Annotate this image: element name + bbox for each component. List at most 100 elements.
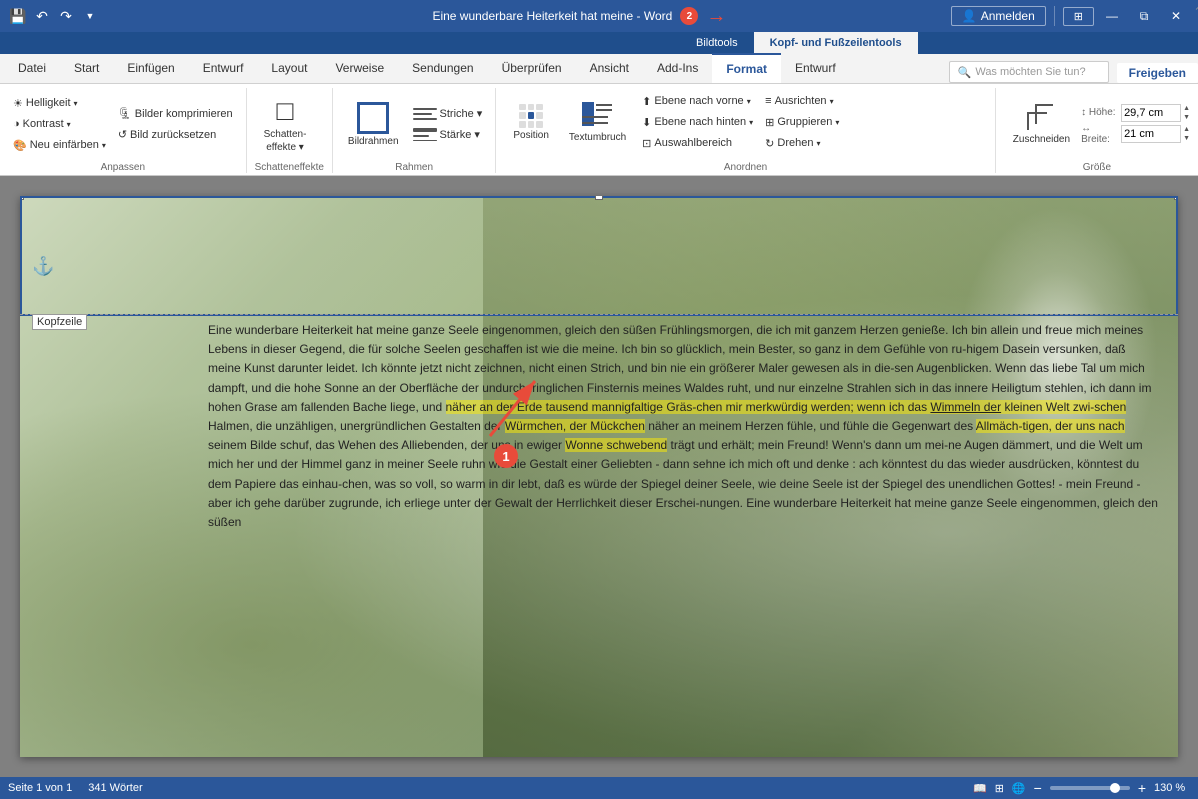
height-down-icon[interactable]: ▼ [1183, 113, 1190, 122]
redo-icon[interactable]: ↷ [56, 6, 76, 26]
title-center: Eine wunderbare Heiterkeit hat meine - W… [208, 5, 951, 28]
quick-access-toolbar: 💾 ↶ ↷ ▼ [8, 6, 208, 26]
schatteneffekte-button[interactable]: □ Schatten- effekte ▾ [255, 90, 316, 158]
ebene-vorne-icon: ⬆ [642, 95, 651, 108]
bilder-komprimieren-button[interactable]: 🗜 Bilder komprimieren [113, 104, 238, 124]
rahmen-label: Rahmen [341, 160, 487, 173]
context-tab-bildtools[interactable]: Bildtools [680, 32, 754, 54]
width-spinner[interactable]: ▲ ▼ [1183, 125, 1190, 143]
arrow-annotation: → [706, 5, 726, 28]
gruppieren-icon: ⊞ [765, 116, 774, 129]
title-bar: 💾 ↶ ↷ ▼ Eine wunderbare Heiterkeit hat m… [0, 0, 1198, 32]
tab-einfuegen[interactable]: Einfügen [113, 53, 188, 83]
zoom-out-icon[interactable]: − [1034, 780, 1042, 796]
width-down-icon[interactable]: ▼ [1183, 134, 1190, 143]
width-up-icon[interactable]: ▲ [1183, 125, 1190, 134]
helligkeit-dropdown-icon: ▾ [74, 99, 78, 108]
position-button[interactable]: Position [504, 88, 558, 156]
height-label: Höhe: [1089, 107, 1116, 118]
neu-einfaerben-dropdown-icon: ▾ [102, 141, 106, 150]
height-input[interactable]: 29,7 cm [1121, 104, 1181, 122]
tab-datei[interactable]: Datei [4, 53, 60, 83]
height-icon: ↕ [1081, 107, 1086, 118]
ribbon: ☀ Helligkeit ▾ ◑ Kontrast ▾ 🎨 Neu einfär… [0, 84, 1198, 176]
save-icon[interactable]: 💾 [8, 6, 28, 26]
neu-einfaerben-icon: 🎨 [13, 139, 27, 152]
search-box[interactable]: 🔍 Was möchten Sie tun? [949, 61, 1109, 83]
ausrichten-button[interactable]: ≡ Ausrichten ▾ [760, 91, 844, 111]
bild-zuruecksetzen-button[interactable]: ↺ Bild zurücksetzen [113, 125, 238, 145]
corner-handle-tr[interactable] [1174, 196, 1178, 200]
width-input[interactable]: 21 cm [1121, 125, 1181, 143]
context-tab-kopf-fuss[interactable]: Kopf- und Fußzeilentools [754, 32, 918, 54]
tab-start[interactable]: Start [60, 53, 113, 83]
tab-layout[interactable]: Layout [257, 53, 321, 83]
textumbruch-button[interactable]: Textumbruch [560, 88, 635, 156]
highlight-wonne: Wonne schwebend [565, 438, 667, 452]
minimize-button[interactable]: — [1098, 2, 1126, 30]
top-resize-handle[interactable] [595, 196, 603, 200]
tab-entwurf[interactable]: Entwurf [189, 53, 258, 83]
document-text: Eine wunderbare Heiterkeit hat meine gan… [208, 321, 1158, 532]
tab-format[interactable]: Format [712, 53, 781, 83]
position-icon [519, 104, 543, 128]
gruppieren-button[interactable]: ⊞ Gruppieren ▾ [760, 112, 844, 132]
red-arrow-annotation [440, 366, 560, 446]
zoom-thumb[interactable] [1110, 783, 1120, 793]
zuschneiden-button[interactable]: Zuschneiden [1004, 90, 1079, 158]
staerke-icon [413, 125, 437, 145]
helligkeit-button[interactable]: ☀ Helligkeit ▾ [8, 93, 111, 113]
height-row: ↕ Höhe: 29,7 cm ▲ ▼ [1081, 104, 1190, 122]
sign-in-button[interactable]: 👤 Anmelden [951, 6, 1046, 26]
drehen-icon: ↻ [765, 137, 774, 150]
schatteneffekte-label: Schatteneffekte [255, 160, 324, 173]
tab-entwurf2[interactable]: Entwurf [781, 53, 850, 83]
height-spinner[interactable]: ▲ ▼ [1183, 104, 1190, 122]
auswahlbereich-icon: ⊡ [642, 137, 651, 150]
zoom-in-icon[interactable]: + [1138, 780, 1146, 796]
tab-add-ins[interactable]: Add-Ins [643, 53, 712, 83]
kontrast-button[interactable]: ◑ Kontrast ▾ [8, 114, 111, 134]
web-view-icon[interactable]: 🌐 [1012, 782, 1026, 795]
width-label: Breite: [1081, 134, 1110, 145]
zoom-slider[interactable] [1050, 786, 1130, 790]
width-icon: ↔ [1081, 123, 1091, 134]
neu-einfaerben-button[interactable]: 🎨 Neu einfärben ▾ [8, 135, 111, 155]
undo-icon[interactable]: ↶ [32, 6, 52, 26]
bildrahmen-icon [357, 102, 389, 134]
close-button[interactable]: ✕ [1162, 2, 1190, 30]
anchor-icon: ⚓ [32, 256, 54, 277]
read-icon[interactable]: 📖 [973, 782, 987, 795]
ebene-nach-vorne-button[interactable]: ⬆ Ebene nach vorne ▾ [637, 91, 758, 111]
helligkeit-icon: ☀ [13, 97, 23, 110]
corner-handle-tl[interactable] [20, 196, 24, 200]
bildrahmen-button[interactable]: Bildrahmen [341, 90, 406, 158]
bild-zuruecksetzen-icon: ↺ [118, 128, 127, 141]
kopfzeile-label: Kopfzeile [32, 314, 87, 330]
striche-icon [413, 104, 437, 124]
striche-button[interactable]: Striche ▾ [408, 104, 488, 124]
ebene-hinten-icon: ⬇ [642, 116, 651, 129]
tab-ansicht[interactable]: Ansicht [576, 53, 643, 83]
tab-ueberpruefen[interactable]: Überprüfen [488, 53, 576, 83]
kontrast-icon: ◑ [13, 118, 20, 130]
ebene-nach-hinten-button[interactable]: ⬇ Ebene nach hinten ▾ [637, 112, 758, 132]
help-button[interactable]: ⊞ [1063, 7, 1094, 26]
word-count: 341 Wörter [88, 782, 142, 794]
title-bar-right: 👤 Anmelden ⊞ — ⧉ ✕ [951, 2, 1190, 30]
share-button[interactable]: Freigeben [1117, 63, 1198, 83]
page-count: Seite 1 von 1 [8, 782, 72, 794]
crop-icon [1027, 104, 1055, 132]
layout-view-icon[interactable]: ⊞ [995, 782, 1004, 795]
height-up-icon[interactable]: ▲ [1183, 104, 1190, 113]
drehen-button[interactable]: ↻ Drehen ▾ [760, 133, 844, 153]
restore-button[interactable]: ⧉ [1130, 2, 1158, 30]
badge-annotation: 2 [680, 7, 698, 25]
staerke-button[interactable]: Stärke ▾ [408, 125, 488, 145]
ribbon-group-anordnen: Position Textumbruch ⬆ Ebene nach vorne [496, 88, 995, 173]
tab-sendungen[interactable]: Sendungen [398, 53, 487, 83]
tab-verweise[interactable]: Verweise [321, 53, 398, 83]
zoom-level[interactable]: 130 % [1154, 782, 1190, 794]
quick-access-dropdown-icon[interactable]: ▼ [80, 6, 100, 26]
auswahlbereich-button[interactable]: ⊡ Auswahlbereich [637, 133, 758, 153]
